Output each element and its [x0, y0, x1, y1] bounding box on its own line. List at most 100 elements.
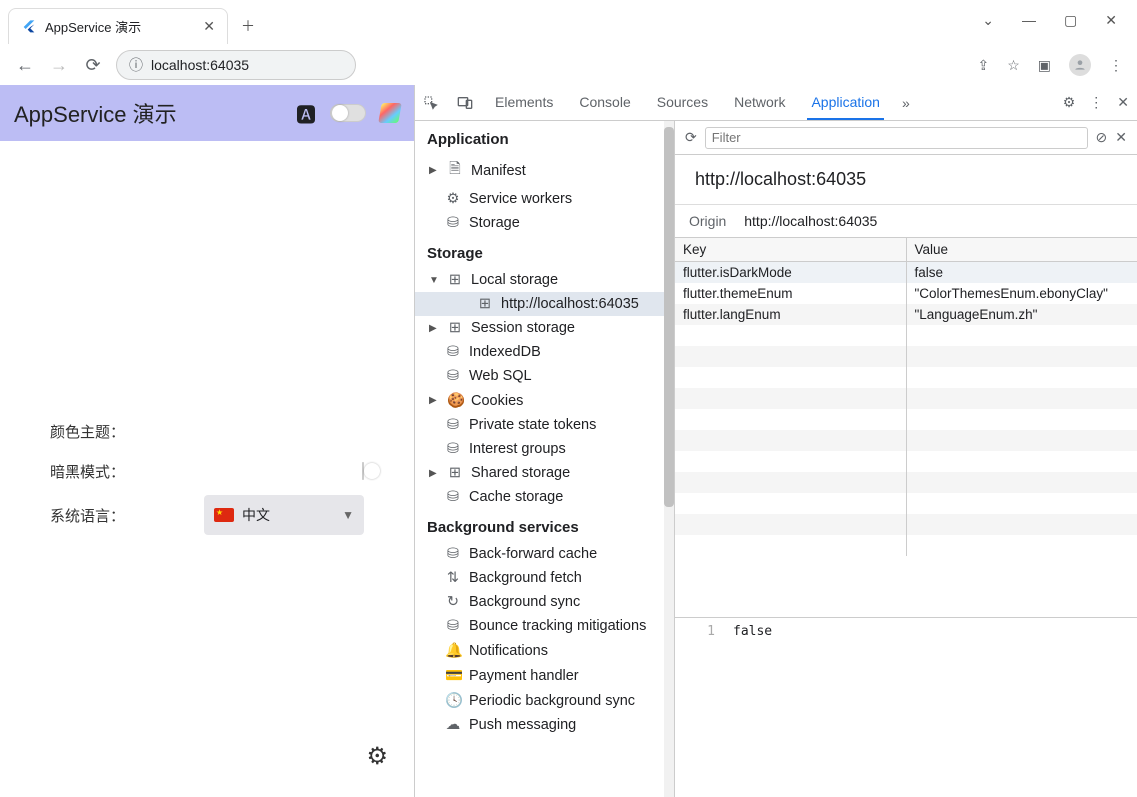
dark-mode-toggle[interactable] [362, 462, 364, 480]
origin-value: http://localhost:64035 [744, 213, 877, 229]
storage-toolbar: ⟳ ⊘ ✕ [675, 121, 1137, 155]
sidebar-service-workers[interactable]: ⚙Service workers [415, 187, 664, 211]
tab-network[interactable]: Network [730, 85, 789, 120]
delete-selected-icon[interactable]: ✕ [1115, 129, 1127, 146]
more-tabs-icon[interactable]: » [902, 95, 910, 111]
table-row[interactable] [675, 367, 1137, 388]
address-bar[interactable]: ⓘ localhost:64035 [116, 50, 356, 80]
new-tab-button[interactable]: ＋ [236, 14, 260, 38]
table-row[interactable] [675, 514, 1137, 535]
table-header-key[interactable]: Key [675, 238, 906, 262]
forward-button[interactable]: → [48, 55, 70, 76]
device-toggle-icon[interactable] [457, 95, 473, 111]
sidebar-section-application: Application [415, 121, 664, 154]
filter-input[interactable] [705, 127, 1088, 149]
preview-line-number: 1 [675, 618, 725, 797]
table-row[interactable]: flutter.themeEnum"ColorThemesEnum.ebonyC… [675, 283, 1137, 304]
sidebar-periodic-sync[interactable]: 🕓Periodic background sync [415, 688, 664, 713]
sidebar-bg-sync[interactable]: ↻Background sync [415, 590, 664, 614]
color-theme-label: 颜色主题： [50, 421, 160, 442]
table-row[interactable] [675, 493, 1137, 514]
value-preview: 1 false [675, 617, 1137, 797]
local-storage-table[interactable]: Key Value flutter.isDarkModefalse flutte… [675, 238, 1137, 556]
tab-sources[interactable]: Sources [653, 85, 712, 120]
browser-tab[interactable]: AppService 演示 ✕ [8, 8, 228, 44]
settings-gear-icon[interactable]: ⚙ [366, 742, 388, 771]
tab-close-icon[interactable]: ✕ [203, 18, 215, 35]
table-row[interactable] [675, 388, 1137, 409]
table-row[interactable] [675, 451, 1137, 472]
sidebar-payment-handler[interactable]: 💳Payment handler [415, 663, 664, 688]
sidebar-section-storage: Storage [415, 235, 664, 268]
inspect-icon[interactable] [423, 95, 439, 111]
minimize-button[interactable]: ― [1022, 12, 1036, 29]
bookmark-icon[interactable]: ☆ [1007, 57, 1020, 74]
menu-icon[interactable]: ⋮ [1109, 57, 1123, 74]
profile-avatar[interactable] [1069, 54, 1091, 76]
origin-label: Origin [689, 213, 726, 229]
origin-row: Origin http://localhost:64035 [675, 204, 1137, 238]
site-info-icon[interactable]: ⓘ [129, 55, 143, 75]
side-panel-icon[interactable]: ▣ [1038, 57, 1051, 74]
table-row[interactable] [675, 430, 1137, 451]
devtools-menu-icon[interactable]: ⋮ [1089, 94, 1103, 111]
appbar-dark-toggle[interactable] [330, 104, 366, 122]
translate-icon[interactable]: 🅰 [296, 99, 316, 128]
table-row[interactable] [675, 409, 1137, 430]
sidebar-push-messaging[interactable]: ☁Push messaging [415, 713, 664, 737]
tab-application[interactable]: Application [807, 85, 884, 120]
sidebar-scrollbar[interactable] [664, 121, 674, 797]
table-row[interactable] [675, 535, 1137, 556]
devtools-panel: Elements Console Sources Network Applica… [414, 85, 1137, 797]
reload-button[interactable]: ⟳ [82, 55, 104, 76]
sidebar-bounce-tracking[interactable]: ⛁Bounce tracking mitigations [415, 614, 664, 638]
devtools-close-icon[interactable]: ✕ [1117, 94, 1129, 111]
sidebar-local-storage[interactable]: ▼⊞Local storage [415, 268, 664, 292]
browser-toolbar: ← → ⟳ ⓘ localhost:64035 ⇪ ☆ ▣ ⋮ [0, 45, 1137, 85]
theme-icon[interactable] [378, 103, 402, 123]
sidebar-bf-cache[interactable]: ⛁Back-forward cache [415, 542, 664, 566]
preview-value: false [725, 618, 772, 797]
refresh-icon[interactable]: ⟳ [685, 129, 697, 146]
sidebar-manifest[interactable]: ▶🗎Manifest [415, 154, 664, 187]
maximize-button[interactable]: ▢ [1064, 12, 1077, 29]
sidebar-cache-storage[interactable]: ⛁Cache storage [415, 485, 664, 509]
flag-china-icon [214, 508, 234, 522]
sidebar-websql[interactable]: ⛁Web SQL [415, 364, 664, 388]
sidebar-session-storage[interactable]: ▶⊞Session storage [415, 316, 664, 340]
table-row[interactable] [675, 325, 1137, 346]
window-controls: ⌄ ― ▢ ✕ [982, 0, 1137, 29]
close-window-button[interactable]: ✕ [1105, 12, 1117, 29]
address-text: localhost:64035 [151, 57, 249, 73]
devtools-settings-icon[interactable]: ⚙ [1063, 94, 1076, 111]
language-row: 系统语言： 中文 ▼ [50, 491, 364, 539]
clear-all-icon[interactable]: ⊘ [1096, 129, 1108, 146]
chevron-down-icon[interactable]: ⌄ [982, 12, 994, 29]
tab-console[interactable]: Console [575, 85, 634, 120]
color-theme-row: 颜色主题： [50, 411, 364, 451]
sidebar-bg-fetch[interactable]: ⇅Background fetch [415, 566, 664, 590]
sidebar-shared-storage[interactable]: ▶⊞Shared storage [415, 461, 664, 485]
table-row[interactable]: flutter.isDarkModefalse [675, 262, 1137, 284]
share-icon[interactable]: ⇪ [977, 57, 989, 74]
sidebar-interest-groups[interactable]: ⛁Interest groups [415, 437, 664, 461]
dark-mode-row: 暗黑模式： [50, 451, 364, 491]
language-dropdown[interactable]: 中文 ▼ [204, 495, 364, 535]
sidebar-indexeddb[interactable]: ⛁IndexedDB [415, 340, 664, 364]
table-row[interactable]: flutter.langEnum"LanguageEnum.zh" [675, 304, 1137, 325]
table-row[interactable] [675, 346, 1137, 367]
tab-elements[interactable]: Elements [491, 85, 557, 120]
sidebar-storage[interactable]: ⛁Storage [415, 211, 664, 235]
back-button[interactable]: ← [14, 55, 36, 76]
sidebar-private-state-tokens[interactable]: ⛁Private state tokens [415, 413, 664, 437]
table-row[interactable] [675, 472, 1137, 493]
language-value: 中文 [242, 505, 270, 525]
sidebar-notifications[interactable]: 🔔Notifications [415, 638, 664, 663]
dark-mode-label: 暗黑模式： [50, 461, 160, 482]
table-header-value[interactable]: Value [906, 238, 1137, 262]
sidebar-cookies[interactable]: ▶🍪Cookies [415, 388, 664, 413]
app-bar: AppService 演示 🅰 [0, 85, 414, 141]
tab-title: AppService 演示 [45, 17, 141, 36]
sidebar-local-storage-origin[interactable]: ⊞http://localhost:64035 [415, 292, 664, 316]
flutter-favicon [21, 19, 37, 35]
